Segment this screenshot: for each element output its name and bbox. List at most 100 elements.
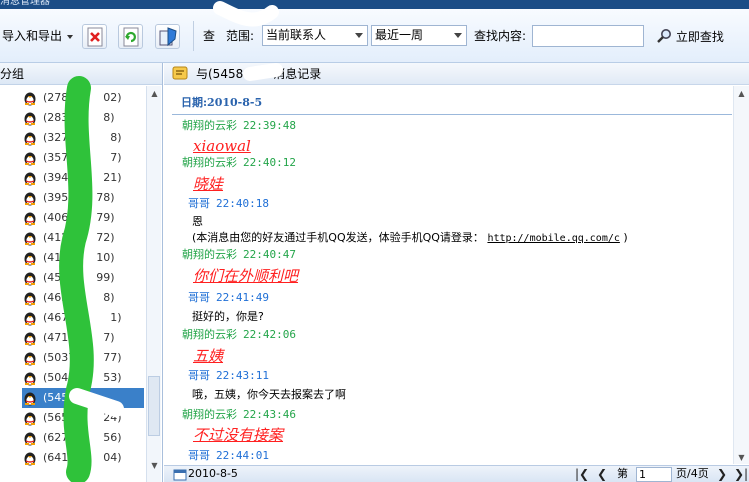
message-time: 22:39:48 xyxy=(243,119,296,132)
toolbar: 导入和导出 查 范围: 当前联系人 最近一周 查找内容: 立即查找 xyxy=(0,9,749,63)
contact-name: (413 10) xyxy=(43,251,115,264)
sender-name: 朝翔的云彩 xyxy=(182,328,237,341)
contact-item[interactable]: (2789 02) xyxy=(22,88,144,108)
contact-name: (5041 53) xyxy=(43,371,122,384)
message-scrollbar[interactable]: ▲ ▼ xyxy=(733,86,749,464)
qq-penguin-icon xyxy=(24,112,36,126)
contact-item[interactable]: (3941 21) xyxy=(22,168,144,188)
message-text: 不过没有接案 xyxy=(193,426,284,444)
message-header: 哥哥 22:41:49 xyxy=(188,291,269,304)
qq-penguin-icon xyxy=(24,412,36,426)
message-header: 朝翔的云彩 22:40:12 xyxy=(182,156,296,169)
contact-name: (4718 7) xyxy=(43,331,115,344)
toolbar-separator xyxy=(193,21,194,51)
qq-penguin-icon xyxy=(24,152,36,166)
message-time: 22:42:06 xyxy=(243,328,296,341)
contact-item[interactable]: (35793 7) xyxy=(22,148,144,168)
sender-name: 朝翔的云彩 xyxy=(182,408,237,421)
range-select[interactable]: 当前联系人 xyxy=(262,25,368,46)
qq-penguin-icon xyxy=(24,192,36,206)
scroll-up-icon[interactable]: ▲ xyxy=(147,86,162,100)
chevron-down-icon xyxy=(66,34,73,39)
message-header: 哥哥 22:43:11 xyxy=(188,369,269,382)
sender-name: 哥哥 xyxy=(188,449,210,462)
contact-item[interactable]: (545) xyxy=(22,388,144,408)
contact-item[interactable]: (395 78) xyxy=(22,188,144,208)
security-button[interactable] xyxy=(155,24,180,49)
message-header: 朝翔的云彩 22:39:48 xyxy=(182,119,296,132)
qq-penguin-icon xyxy=(24,292,36,306)
next-page-icon[interactable]: ❯ xyxy=(717,467,727,481)
refresh-button[interactable] xyxy=(118,24,143,49)
scroll-thumb[interactable] xyxy=(148,376,160,436)
contact-item[interactable]: (46750 1) xyxy=(22,308,144,328)
contact-item[interactable]: (406 79) xyxy=(22,208,144,228)
contact-item[interactable]: (2833 8) xyxy=(22,108,144,128)
title-prefix: 与(5458 xyxy=(196,67,244,81)
contact-item[interactable]: (4656 8) xyxy=(22,288,144,308)
period-select-value: 最近一周 xyxy=(375,28,424,42)
sender-name: 朝翔的云彩 xyxy=(182,248,237,261)
contact-name: (450 99) xyxy=(43,271,115,284)
message-time: 22:41:49 xyxy=(216,291,269,304)
search-icon xyxy=(657,29,671,43)
message-text: 五姨 xyxy=(193,347,224,365)
last-page-icon[interactable]: ❯| xyxy=(734,467,748,481)
qq-penguin-icon xyxy=(24,432,36,446)
search-input[interactable] xyxy=(532,25,644,47)
scroll-up-icon[interactable]: ▲ xyxy=(734,86,749,100)
mobile-qq-link[interactable]: http://mobile.qq.com/c xyxy=(487,233,619,244)
contact-item[interactable]: (5658 24) xyxy=(22,408,144,428)
contact-item[interactable]: (5037 77) xyxy=(22,348,144,368)
title-bar: 消息管理器 xyxy=(0,0,749,9)
scroll-down-icon[interactable]: ▼ xyxy=(147,458,162,472)
page-input[interactable]: 1 xyxy=(636,467,672,482)
message-text: 恩 xyxy=(192,215,203,228)
contact-item[interactable]: (413 10) xyxy=(22,248,144,268)
contact-item[interactable]: (412 72) xyxy=(22,228,144,248)
message-text: 哦，五姨，你今天去报案去了啊 xyxy=(192,388,346,401)
qq-penguin-icon xyxy=(24,372,36,386)
contact-item[interactable]: (450 99) xyxy=(22,268,144,288)
contact-name: (545) xyxy=(43,391,91,404)
import-export-menu[interactable]: 导入和导出 xyxy=(2,28,73,44)
contact-name: (35793 7) xyxy=(43,151,122,164)
sender-name: 朝翔的云彩 xyxy=(182,119,237,132)
message-header: 哥哥 22:44:01 xyxy=(188,449,269,462)
sender-name: 哥哥 xyxy=(188,197,210,210)
contact-name: (5658 24) xyxy=(43,411,122,424)
sender-name: 哥哥 xyxy=(188,369,210,382)
message-header: 哥哥 22:40:18 xyxy=(188,197,269,210)
title-suffix: 消息记录 xyxy=(273,67,322,81)
window-title: 消息管理器 xyxy=(0,0,50,7)
contact-item[interactable]: (6413 04) xyxy=(22,448,144,468)
period-select[interactable]: 最近一周 xyxy=(371,25,467,46)
page-input-value: 1 xyxy=(639,468,646,481)
message-log: 日期:2010-8-5 朝翔的云彩 22:39:48 xiaowal 朝翔的云彩 22:… xyxy=(164,86,733,464)
qq-penguin-icon xyxy=(24,332,36,346)
contact-scrollbar[interactable]: ▲ ▼ xyxy=(146,86,161,482)
first-page-icon[interactable]: |❮ xyxy=(575,467,589,481)
pager-bar: 2010-8-5 |❮ ❮ 第 1 页/4页 ❯ ❯| xyxy=(164,465,749,482)
delete-button[interactable] xyxy=(82,24,107,49)
contact-name: (5037 77) xyxy=(43,351,122,364)
contact-item[interactable]: (5041 53) xyxy=(22,368,144,388)
pager-date: 2010-8-5 xyxy=(188,467,238,480)
qq-penguin-icon xyxy=(24,272,36,286)
contact-item[interactable]: (4718 7) xyxy=(22,328,144,348)
contact-name: (2789 02) xyxy=(43,91,122,104)
group-header: 分组 xyxy=(0,63,162,85)
contact-item[interactable]: (6275 56) xyxy=(22,428,144,448)
qq-penguin-icon xyxy=(24,92,36,106)
prev-page-icon[interactable]: ❮ xyxy=(597,467,607,481)
qq-penguin-icon xyxy=(24,312,36,326)
scroll-down-icon[interactable]: ▼ xyxy=(734,450,749,464)
find-now-button[interactable]: 立即查找 xyxy=(656,28,724,45)
message-time: 22:40:12 xyxy=(243,156,296,169)
import-export-label: 导入和导出 xyxy=(2,29,63,43)
contact-name: (32752 8) xyxy=(43,131,122,144)
contact-item[interactable]: (32752 8) xyxy=(22,128,144,148)
group-header-label: 分组 xyxy=(0,67,25,81)
total-pages-label: 页/4页 xyxy=(676,467,709,480)
message-panel-title: 与(5458 消息记录 xyxy=(196,66,321,82)
